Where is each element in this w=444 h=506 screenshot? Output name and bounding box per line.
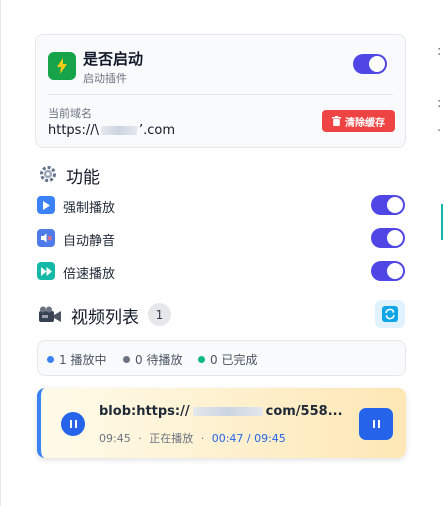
plugin-enable-toggle[interactable] bbox=[353, 54, 387, 74]
status-dot bbox=[47, 356, 54, 363]
plugin-title: 是否启动 bbox=[83, 50, 144, 68]
video-progress: 00:47 / 09:45 bbox=[211, 432, 286, 445]
play-icon bbox=[37, 196, 55, 214]
domain-label: 当前域名 bbox=[48, 107, 92, 120]
clear-cache-button[interactable]: 清除缓存 bbox=[322, 110, 395, 132]
clear-cache-label: 清除缓存 bbox=[345, 117, 385, 129]
domain-prefix: https://\ bbox=[48, 123, 99, 138]
feature-label: 自动静音 bbox=[63, 234, 116, 249]
toggle-knob bbox=[369, 56, 385, 72]
stat-label: 0 待播放 bbox=[135, 353, 183, 367]
stat-completed: 0 已完成 bbox=[198, 351, 257, 368]
background-accent-bar bbox=[441, 204, 443, 240]
status-dot bbox=[123, 356, 130, 363]
video-duration: 09:45 bbox=[99, 432, 131, 445]
redacted-text bbox=[100, 126, 137, 135]
toggle-knob bbox=[387, 230, 403, 246]
trash-icon bbox=[332, 116, 341, 126]
video-status: 正在播放 bbox=[149, 432, 194, 445]
pause-icon bbox=[372, 420, 380, 428]
background-glyph: : bbox=[437, 44, 442, 59]
lightning-icon bbox=[48, 52, 76, 80]
video-camera-icon bbox=[38, 306, 62, 324]
video-list-title: 视频列表 bbox=[71, 308, 139, 328]
stat-label: 1 播放中 bbox=[59, 353, 107, 367]
pause-button[interactable] bbox=[359, 408, 393, 440]
background-window: : : · bbox=[432, 0, 444, 506]
plugin-subtitle: 启动插件 bbox=[83, 72, 127, 85]
refresh-icon bbox=[382, 306, 398, 322]
feature-label: 倍速播放 bbox=[63, 267, 116, 282]
feature-label: 强制播放 bbox=[63, 201, 116, 216]
toggle-knob bbox=[387, 197, 403, 213]
stat-label: 0 已完成 bbox=[210, 353, 258, 367]
stat-playing: 1 播放中 bbox=[47, 351, 106, 368]
gear-icon bbox=[38, 164, 58, 184]
video-stats-bar: 1 播放中 0 待播放 0 已完成 bbox=[37, 340, 406, 376]
video-item[interactable]: blob:https:// com/558... 09:45 · 正在播放 · 0… bbox=[37, 388, 406, 458]
plugin-panel: 是否启动 启动插件 当前域名 https://\ ’.com 清除缓存 bbox=[35, 34, 406, 148]
stat-pending: 0 待播放 bbox=[123, 351, 182, 368]
divider bbox=[48, 94, 393, 95]
domain-suffix: ’.com bbox=[138, 123, 176, 138]
fast-forward-icon bbox=[37, 262, 55, 280]
status-dot bbox=[198, 356, 205, 363]
mute-icon bbox=[37, 229, 55, 247]
toggle-knob bbox=[387, 263, 403, 279]
window-edge bbox=[0, 0, 1, 506]
video-url-prefix: blob:https:// bbox=[99, 404, 190, 419]
video-url-suffix: com/558... bbox=[265, 404, 343, 419]
video-meta: 09:45 · 正在播放 · 00:47 / 09:45 bbox=[99, 432, 286, 445]
pause-icon[interactable] bbox=[61, 412, 85, 436]
domain-value: https://\ ’.com bbox=[48, 123, 175, 138]
speed-play-toggle[interactable] bbox=[371, 261, 405, 281]
features-title: 功能 bbox=[66, 168, 100, 188]
video-url: blob:https:// com/558... bbox=[99, 404, 343, 419]
auto-mute-toggle[interactable] bbox=[371, 228, 405, 248]
video-count-badge: 1 bbox=[148, 303, 171, 326]
force-play-toggle[interactable] bbox=[371, 195, 405, 215]
background-glyph: : bbox=[437, 96, 442, 111]
refresh-button[interactable] bbox=[375, 300, 405, 328]
redacted-text bbox=[192, 407, 263, 416]
background-glyph: · bbox=[437, 124, 442, 139]
